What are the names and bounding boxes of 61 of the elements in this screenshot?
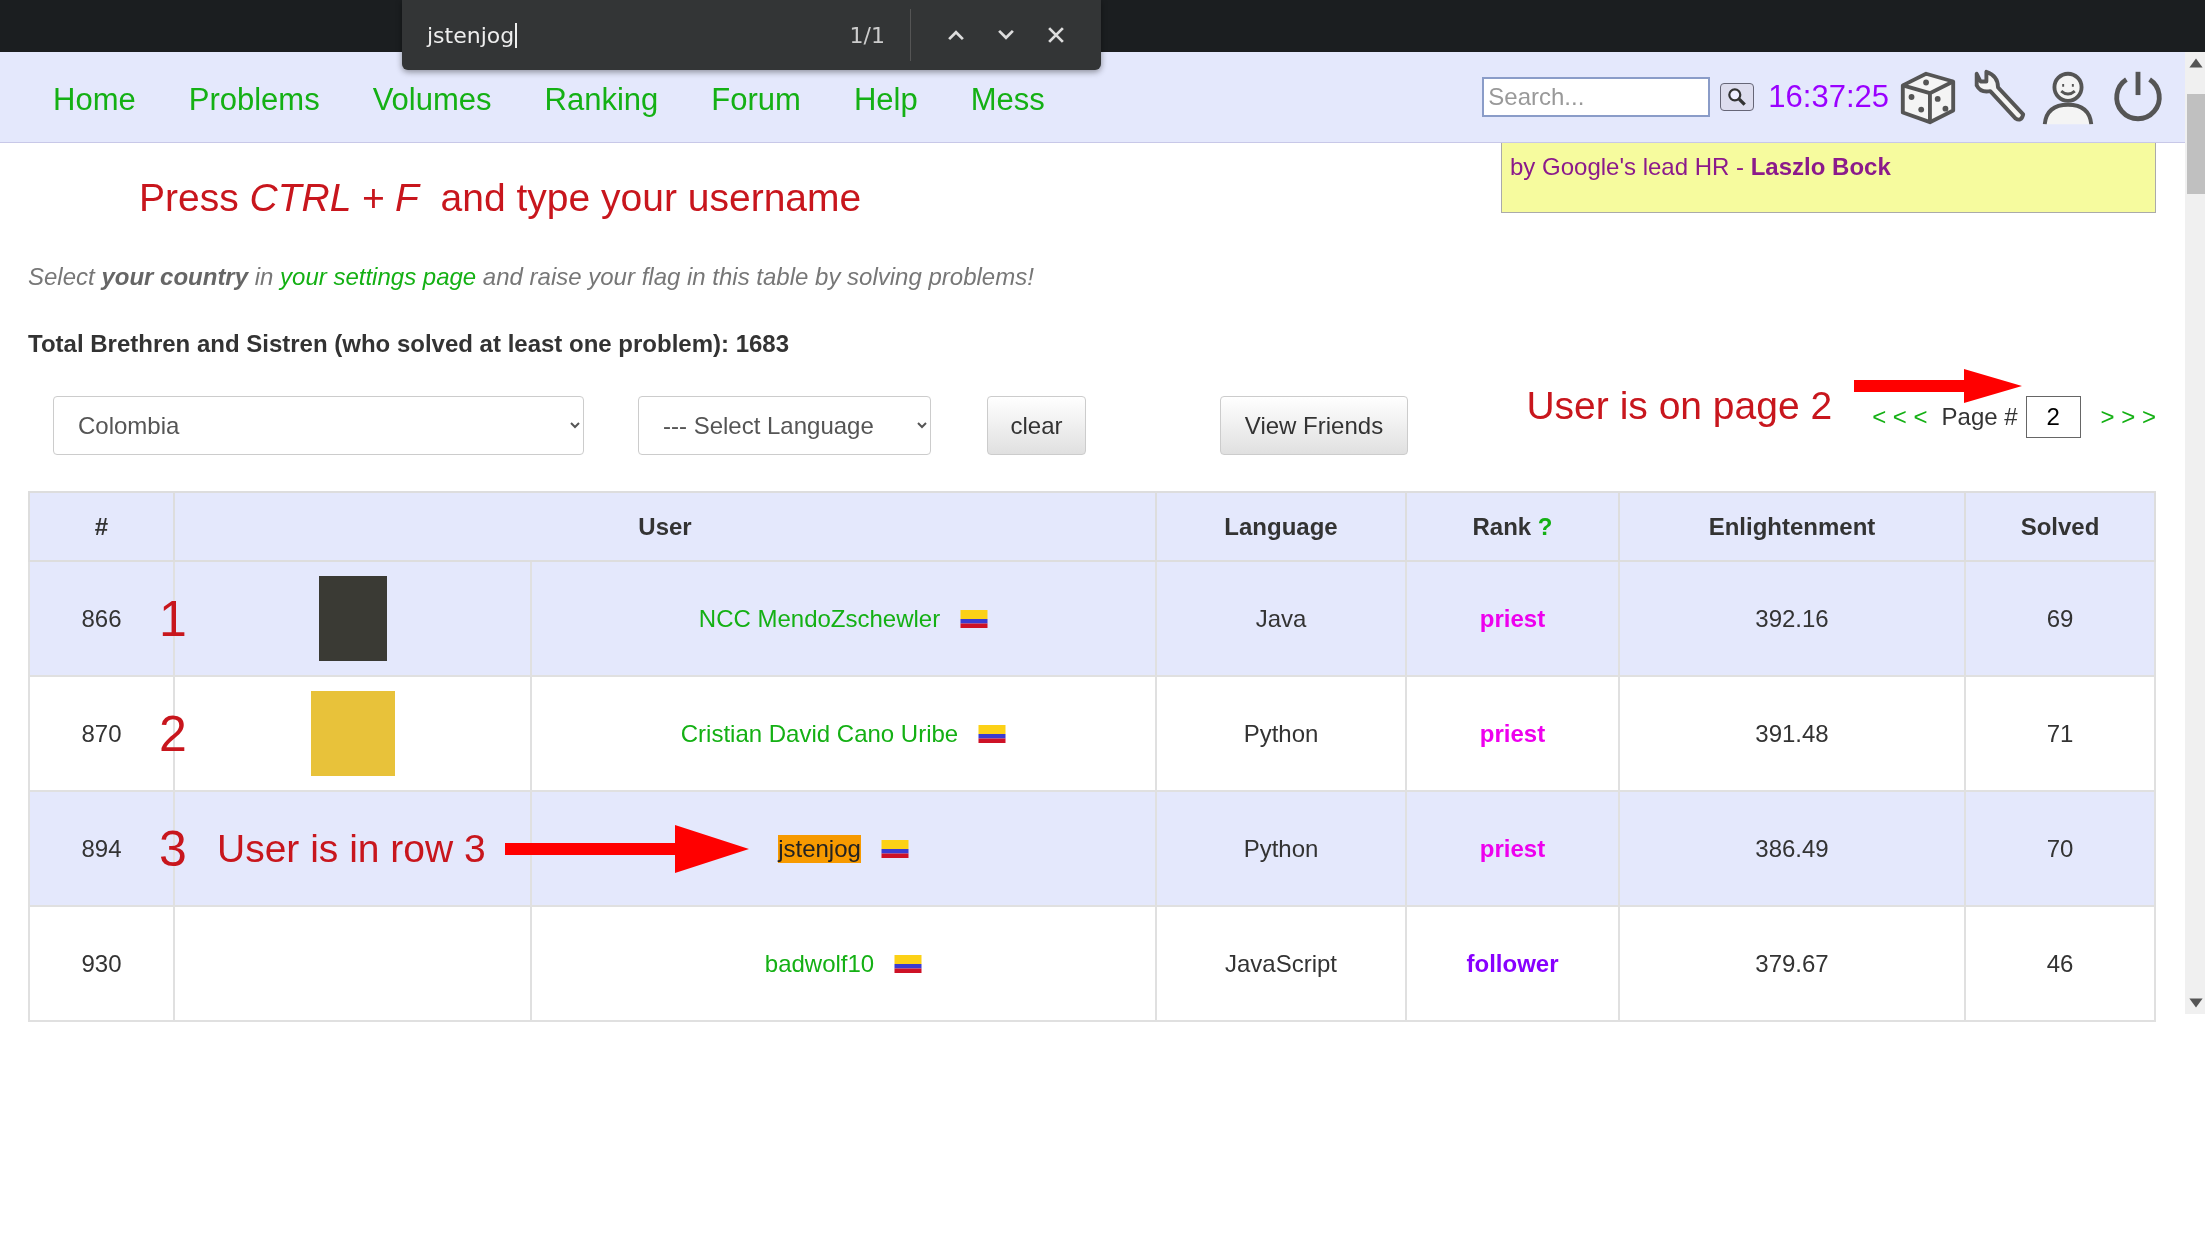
- nav-link[interactable]: Help: [853, 82, 918, 118]
- help-link[interactable]: ?: [1537, 512, 1553, 540]
- table-cell: Python: [1156, 791, 1406, 906]
- table-cell: 69: [1965, 561, 2155, 676]
- username-link[interactable]: jstenjog: [778, 834, 861, 863]
- page-label: Page #: [1941, 403, 2018, 431]
- nav-link[interactable]: Forum: [711, 82, 801, 118]
- clock-time: 16:37:25: [1768, 79, 1889, 115]
- flag-icon: [978, 724, 1007, 743]
- column-header: User: [174, 492, 1156, 561]
- search-icon: [1726, 86, 1749, 108]
- annotation-number: 3: [159, 819, 187, 878]
- page-number-field[interactable]: 2: [2025, 396, 2081, 438]
- annotation-text: User is on page 2: [1526, 384, 1833, 428]
- language-dropdown[interactable]: --- Select Language: [638, 396, 931, 455]
- settings-link[interactable]: your settings page: [280, 263, 477, 290]
- annotation-number: 1: [159, 589, 187, 648]
- annotation-text: User is in row 3: [217, 826, 486, 870]
- column-header: Language: [1156, 492, 1406, 561]
- table-cell: Java: [1156, 561, 1406, 676]
- username-link[interactable]: NCC MendoZschewler: [698, 604, 941, 633]
- column-header: Enlightenment: [1619, 492, 1965, 561]
- flag-icon: [880, 839, 909, 858]
- previous-page-link[interactable]: < < <: [1872, 403, 1928, 431]
- flag-icon: [894, 954, 923, 973]
- clear-button[interactable]: clear: [987, 396, 1086, 455]
- annotation-number: 2: [159, 704, 187, 763]
- column-header: #: [29, 492, 174, 561]
- nav-link[interactable]: Volumes: [372, 82, 492, 118]
- search-button[interactable]: [1720, 83, 1755, 111]
- table-cell: 379.67: [1619, 906, 1965, 1021]
- scrollbar-thumb[interactable]: [2187, 94, 2205, 194]
- table-cell: 392.16: [1619, 561, 1965, 676]
- table-cell: 930: [29, 906, 174, 1021]
- table-cell: JavaScript: [1156, 906, 1406, 1021]
- flag-icon: [960, 609, 989, 628]
- search-field[interactable]: Search...: [1482, 77, 1711, 117]
- column-header: Rank ?: [1406, 492, 1619, 561]
- nav-link[interactable]: Mess: [970, 82, 1045, 118]
- next-page-link[interactable]: > > >: [2100, 403, 2156, 431]
- intro-text: Select your country in your settings page and raise your flag in this table by solving problems!: [28, 262, 1035, 292]
- scrollbar[interactable]: [2185, 52, 2205, 1014]
- column-header: Solved: [1965, 492, 2155, 561]
- rank-text: follower: [1406, 906, 1619, 1021]
- find-input[interactable]: jstenjog: [427, 22, 518, 48]
- match-count: 1/1: [849, 22, 885, 48]
- username-link[interactable]: Cristian David Cano Uribe: [680, 719, 959, 748]
- country-dropdown[interactable]: Colombia: [53, 396, 584, 455]
- quote-box: by Google's lead HR - Laszlo Bock: [1501, 143, 2156, 213]
- nav-link[interactable]: Problems: [188, 82, 320, 118]
- total-count-text: Total Brethren and Sistren (who solved at least one problem): 1683: [28, 329, 791, 359]
- nav-link[interactable]: Home: [53, 82, 136, 118]
- rank-text: priest: [1406, 791, 1619, 906]
- table-cell: 386.49: [1619, 791, 1965, 906]
- table-cell: 70: [1965, 791, 2155, 906]
- view-friends-button[interactable]: View Friends: [1220, 396, 1408, 455]
- annotation-text: Press CTRL + F and type your username: [139, 176, 862, 221]
- nav-link[interactable]: Ranking: [544, 82, 659, 118]
- table-cell: 46: [1965, 906, 2155, 1021]
- rank-text: priest: [1406, 561, 1619, 676]
- username-link[interactable]: badwolf10: [764, 949, 875, 978]
